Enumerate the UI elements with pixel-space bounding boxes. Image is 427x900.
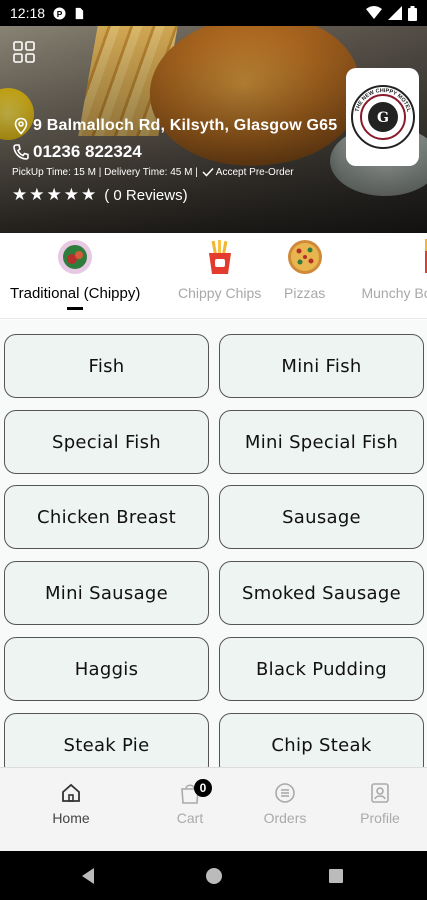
cart-icon: 0 [150,779,230,806]
menu-item-button[interactable]: Mini Sausage [4,561,209,625]
home-icon [31,780,111,806]
nav-profile[interactable]: Profile [340,780,420,826]
cart-count-badge: 0 [194,779,212,797]
profile-icon [340,780,420,806]
menu-item-button[interactable]: Black Pudding [219,637,424,701]
check-icon [202,167,214,177]
menu-item-button[interactable]: Chicken Breast [4,485,209,549]
wifi-icon [366,6,382,19]
location-pin-icon [14,117,28,135]
phone-icon [13,144,29,160]
restaurant-rating[interactable]: ★ ★ ★ ★ ★ ( 0 Reviews) [12,184,427,206]
tab-pizzas[interactable]: Pizzas [284,239,325,301]
star-icon: ★ [63,185,79,204]
star-icon: ★ [29,185,45,204]
menu-item-button[interactable]: Smoked Sausage [219,561,424,625]
phone-text: 01236 822324 [33,142,142,161]
category-tabs: Traditional (Chippy) Chippy Chips Pizzas… [0,233,427,319]
timing-text: PickUp Time: 15 M | Delivery Time: 45 M … [12,166,198,178]
battery-icon [408,5,417,21]
menu-item-button[interactable]: Mini Special Fish [219,410,424,474]
nav-home[interactable]: Home [31,780,111,826]
nav-orders[interactable]: Orders [245,780,325,826]
restaurant-phone[interactable]: 01236 822324 [12,140,427,164]
cellular-signal-icon [388,6,402,20]
restaurant-address: 9 Balmalloch Rd, Kilsyth, Glasgow G65 [12,114,427,138]
star-icon: ★ [12,185,28,204]
star-icon: ★ [81,185,97,204]
notification-p-icon: P [53,6,66,20]
home-circle-icon [206,867,222,884]
fries-icon [202,239,238,275]
system-navigation-bar [0,851,427,900]
back-button[interactable] [58,851,118,900]
address-text: 9 Balmalloch Rd, Kilsyth, Glasgow G65 [33,117,338,134]
grid-menu-icon[interactable] [12,40,36,64]
preorder-text: Accept Pre-Order [215,166,294,178]
restaurant-hero: G THE NEW CHIPPY MOTEL 9 Balmalloch Rd, … [0,26,427,233]
back-triangle-icon [82,867,94,884]
menu-item-button[interactable]: Special Fish [4,410,209,474]
tab-traditional-chippy[interactable]: Traditional (Chippy) [10,239,140,310]
orders-icon [245,780,325,806]
menu-item-button[interactable]: Steak Pie [4,713,209,767]
restaurant-timing: PickUp Time: 15 M | Delivery Time: 45 M … [12,164,427,180]
nav-cart[interactable]: 0 Cart [150,779,230,826]
reviews-count: ( 0 Reviews) [104,186,188,204]
active-tab-indicator [67,307,84,310]
traditional-plate-icon [57,239,93,275]
tab-munchy-box[interactable]: Munchy Box [347,239,427,301]
menu-item-button[interactable]: Fish [4,334,209,398]
status-time: 12:18 [10,5,46,21]
restaurant-info: 9 Balmalloch Rd, Kilsyth, Glasgow G65 01… [12,114,427,206]
menu-item-button[interactable]: Mini Fish [219,334,424,398]
menu-item-button[interactable]: Sausage [219,485,424,549]
bottom-navigation: Home 0 Cart Orders Profile [0,767,427,851]
recents-button[interactable] [306,851,366,900]
star-icon: ★ [46,185,62,204]
menu-items-grid: Fish Mini Fish Special Fish Mini Special… [0,320,427,767]
munchy-box-icon [417,239,427,275]
recents-square-icon [329,868,343,883]
home-system-button[interactable] [184,851,244,900]
pizza-icon [287,239,323,275]
tab-chippy-chips[interactable]: Chippy Chips [178,239,261,301]
sim-card-icon [75,7,84,19]
status-bar: 12:18 P [0,0,427,26]
menu-item-button[interactable]: Haggis [4,637,209,701]
menu-item-button[interactable]: Chip Steak [219,713,424,767]
svg-text:P: P [57,8,63,18]
